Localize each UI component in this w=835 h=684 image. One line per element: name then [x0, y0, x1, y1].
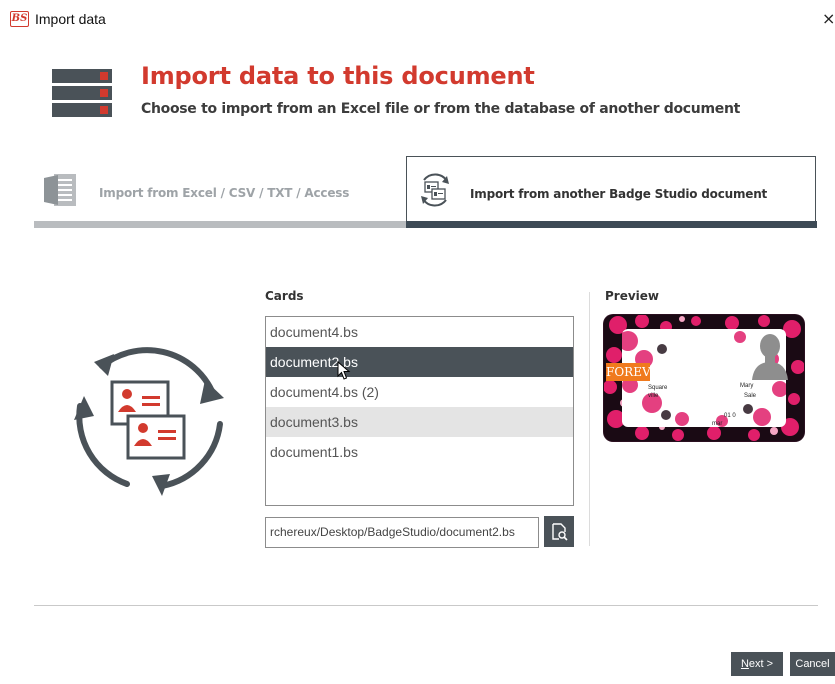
tab-indicator — [34, 221, 406, 228]
next-button[interactable]: Next > — [731, 652, 783, 676]
close-icon[interactable]: × — [822, 9, 835, 28]
footer-divider — [34, 605, 818, 606]
app-logo-icon: BS — [10, 11, 29, 27]
card-address-line: ville — [648, 393, 659, 399]
list-item[interactable]: document4.bs — [266, 317, 573, 347]
card-email-line: mar — [712, 421, 723, 427]
document-sync-icon — [421, 173, 449, 207]
tab-indicator-active — [406, 221, 817, 228]
avatar-silhouette-icon — [752, 334, 788, 380]
file-path-field[interactable]: rchereux/Desktop/BadgeStudio/document2.b… — [265, 517, 539, 548]
list-item[interactable]: document3.bs — [266, 407, 573, 437]
list-item[interactable]: document4.bs (2) — [266, 377, 573, 407]
browse-file-icon — [552, 523, 568, 541]
page-subtitle: Choose to import from an Excel file or f… — [141, 101, 741, 117]
list-item[interactable]: document1.bs — [266, 437, 573, 467]
next-hotkey: N — [740, 658, 749, 670]
server-stack-icon — [52, 69, 112, 117]
card-preview: FOREVO Square ville Mary Sale 01 0 mar — [604, 315, 804, 441]
browse-button[interactable] — [544, 516, 574, 547]
cards-list[interactable]: document4.bs document2.bs document4.bs (… — [265, 316, 574, 506]
tab-import-excel-label: Import from Excel / CSV / TXT / Access — [99, 186, 350, 200]
card-brand-logo: FOREVO — [606, 363, 661, 381]
page-title: Import data to this document — [141, 62, 535, 90]
card-sync-illustration-icon — [74, 347, 224, 496]
next-button-label: ext > — [748, 658, 774, 670]
mouse-cursor-icon — [337, 361, 351, 380]
cards-label: Cards — [265, 289, 304, 303]
tab-import-excel[interactable]: Import from Excel / CSV / TXT / Access — [34, 157, 406, 228]
title-bar: BS Import data × — [0, 0, 835, 38]
section-divider — [589, 292, 590, 546]
tab-import-badge-studio[interactable]: Import from another Badge Studio documen… — [406, 156, 817, 228]
card-name-line: Mary — [740, 383, 754, 389]
card-title-line: Sale — [744, 393, 757, 399]
excel-file-icon — [44, 174, 76, 206]
card-phone-line: 01 0 — [724, 413, 736, 419]
window-title: Import data — [35, 11, 106, 27]
tab-import-badge-studio-label: Import from another Badge Studio documen… — [470, 187, 768, 201]
list-item-selected[interactable]: document2.bs — [266, 347, 573, 377]
cancel-button[interactable]: Cancel — [790, 652, 835, 676]
preview-label: Preview — [605, 289, 660, 303]
card-address-line: Square — [648, 385, 668, 391]
